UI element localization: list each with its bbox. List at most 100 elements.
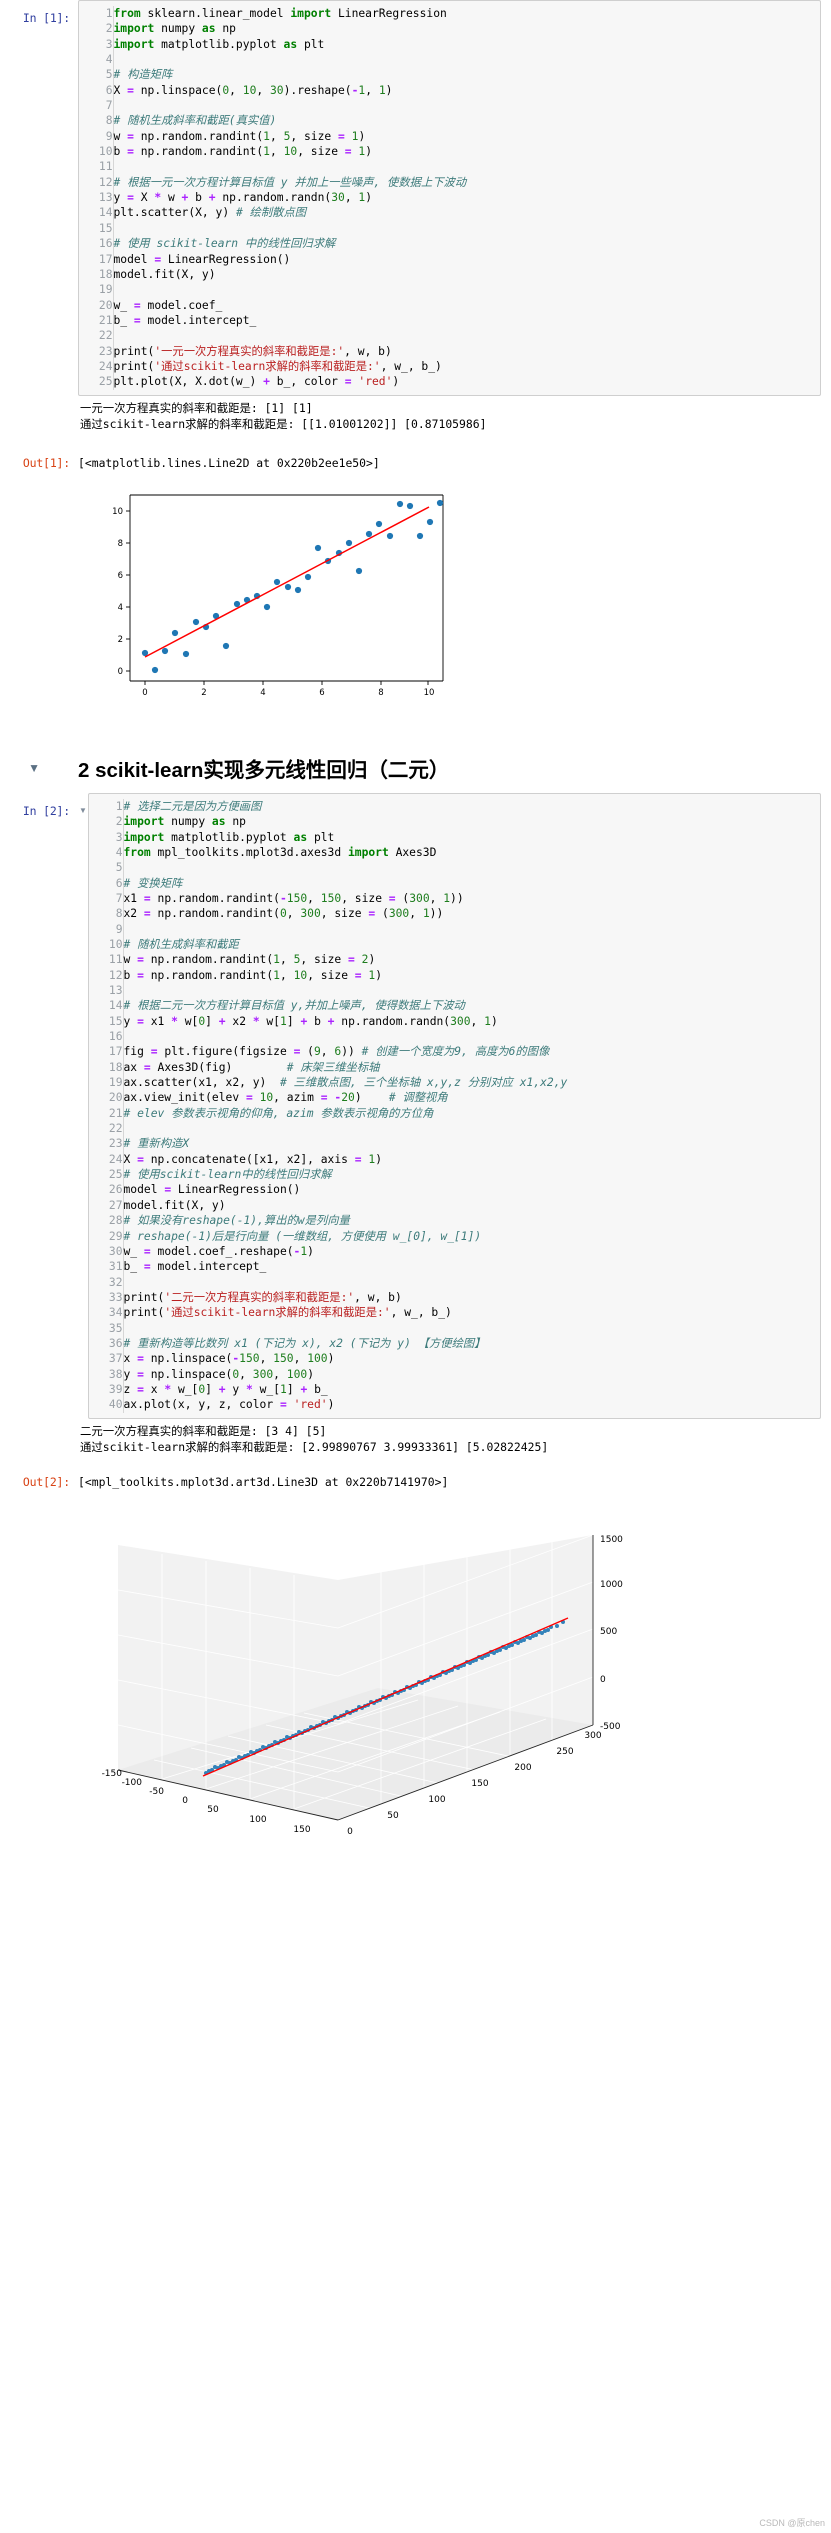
- code-text[interactable]: w = np.random.randint(1, 5, size = 1): [113, 129, 820, 144]
- code-text[interactable]: ax = Axes3D(fig) # 床架三维坐标轴: [123, 1060, 820, 1075]
- line-number: 26: [89, 1182, 124, 1198]
- code-text[interactable]: model.fit(X, y): [123, 1198, 820, 1213]
- code-text[interactable]: # 随机生成斜率和截距(真实值): [113, 113, 820, 128]
- code-text[interactable]: [123, 860, 820, 875]
- code-text[interactable]: import matplotlib.pyplot as plt: [123, 830, 820, 845]
- code-text[interactable]: # 重新构造等比数列 x1 (下记为 x), x2 (下记为 y) 【方便绘图】: [123, 1336, 820, 1351]
- code-text[interactable]: plt.scatter(X, y) # 绘制散点图: [113, 205, 820, 220]
- code-text[interactable]: plt.plot(X, X.dot(w_) + b_, color = 'red…: [113, 374, 820, 389]
- code-text[interactable]: b = np.random.randint(1, 10, size = 1): [123, 968, 820, 983]
- code-line: 14 plt.scatter(X, y) # 绘制散点图: [79, 205, 820, 221]
- code-text[interactable]: [123, 1275, 820, 1290]
- cell-2-output-row: Out[2]: [<mpl_toolkits.mplot3d.art3d.Lin…: [0, 1464, 831, 1490]
- cell-1-code-table: 1 from sklearn.linear_model import Linear…: [79, 6, 820, 390]
- cell-1-code-area[interactable]: 1 from sklearn.linear_model import Linear…: [78, 0, 821, 396]
- code-text[interactable]: print('通过scikit-learn求解的斜率和截距是:', w_, b_…: [123, 1305, 820, 1320]
- cell-2-code-area[interactable]: 1 # 选择二元是因为方便画图 2 import numpy as np 3 import…: [88, 792, 821, 1419]
- code-text[interactable]: x2 = np.random.randint(0, 300, size = (3…: [123, 906, 820, 921]
- code-text[interactable]: z = x * w_[0] + y * w_[1] + b_: [123, 1382, 820, 1397]
- code-line: 3 import matplotlib.pyplot as plt: [89, 829, 820, 845]
- code-text[interactable]: ax.scatter(x1, x2, y) # 三维散点图, 三个坐标轴 x,y…: [123, 1075, 820, 1090]
- code-text[interactable]: [113, 221, 820, 236]
- code-line: 19 ax.scatter(x1, x2, y) # 三维散点图, 三个坐标轴 x…: [89, 1075, 820, 1091]
- code-text[interactable]: # 如果没有reshape(-1),算出的w是列向量: [123, 1213, 820, 1228]
- code-text[interactable]: # 使用scikit-learn中的线性回归求解: [123, 1167, 820, 1182]
- svg-text:0: 0: [347, 1827, 353, 1837]
- code-text[interactable]: y = x1 * w[0] + x2 * w[1] + b + np.rando…: [123, 1014, 820, 1029]
- code-text[interactable]: X = np.concatenate([x1, x2], axis = 1): [123, 1152, 820, 1167]
- code-text[interactable]: [123, 1321, 820, 1336]
- code-text[interactable]: b_ = model.intercept_: [113, 313, 820, 328]
- code-text[interactable]: # 随机生成斜率和截距: [123, 937, 820, 952]
- code-line: 4 from mpl_toolkits.mplot3d.axes3d import…: [89, 844, 820, 861]
- code-text[interactable]: b = np.random.randint(1, 10, size = 1): [113, 144, 820, 159]
- cell-2-collapse-caret-icon[interactable]: ▼: [78, 793, 88, 815]
- code-text[interactable]: w_ = model.coef_.reshape(-1): [123, 1244, 820, 1259]
- code-text[interactable]: y = X * w + b + np.random.randn(30, 1): [113, 190, 820, 205]
- svg-text:10: 10: [424, 688, 435, 698]
- code-text[interactable]: [123, 1029, 820, 1044]
- code-text[interactable]: [113, 282, 820, 297]
- code-line: 19: [79, 282, 820, 298]
- code-line: 27 model.fit(X, y): [89, 1197, 820, 1214]
- svg-text:2: 2: [201, 688, 206, 698]
- code-text[interactable]: y = np.linspace(0, 300, 100): [123, 1367, 820, 1382]
- line-number: 3: [89, 829, 124, 845]
- line-number: 14: [89, 998, 124, 1014]
- code-text[interactable]: # 重新构造X: [123, 1136, 820, 1151]
- code-line: 32: [89, 1274, 820, 1290]
- svg-text:-500: -500: [600, 1722, 621, 1732]
- code-text[interactable]: X = np.linspace(0, 10, 30).reshape(-1, 1…: [113, 83, 820, 98]
- code-text[interactable]: [123, 983, 820, 998]
- code-text[interactable]: # 使用 scikit-learn 中的线性回归求解: [113, 236, 820, 251]
- code-text[interactable]: # 变换矩阵: [123, 876, 820, 891]
- code-text[interactable]: # reshape(-1)后是行向量 (一维数组, 方便使用 w_[0], w_…: [123, 1229, 820, 1244]
- code-text[interactable]: # 根据二元一次方程计算目标值 y,并加上噪声, 使得数据上下波动: [123, 998, 820, 1013]
- code-text[interactable]: x = np.linspace(-150, 150, 100): [123, 1351, 820, 1366]
- code-text[interactable]: [113, 98, 820, 113]
- code-text[interactable]: [113, 328, 820, 343]
- code-text[interactable]: x1 = np.random.randint(-150, 150, size =…: [123, 891, 820, 906]
- code-text[interactable]: import matplotlib.pyplot as plt: [113, 37, 820, 52]
- code-text[interactable]: [113, 159, 820, 174]
- code-text[interactable]: import numpy as np: [113, 21, 820, 36]
- code-text[interactable]: model = LinearRegression(): [113, 252, 820, 267]
- code-text[interactable]: b_ = model.intercept_: [123, 1259, 820, 1274]
- code-line: 12 b = np.random.randint(1, 10, size = 1): [89, 967, 820, 984]
- code-text[interactable]: import numpy as np: [123, 814, 820, 829]
- code-text[interactable]: [123, 922, 820, 937]
- code-text[interactable]: # 根据一元一次方程计算目标值 y 并加上一些噪声, 使数据上下波动: [113, 175, 820, 190]
- code-text[interactable]: ax.view_init(elev = 10, azim = -20) # 调整…: [123, 1090, 820, 1105]
- code-text[interactable]: from mpl_toolkits.mplot3d.axes3d import …: [123, 845, 820, 860]
- code-line: 37 x = np.linspace(-150, 150, 100): [89, 1351, 820, 1367]
- code-text[interactable]: ax.plot(x, y, z, color = 'red'): [123, 1397, 820, 1412]
- code-text[interactable]: # 构造矩阵: [113, 67, 820, 82]
- code-line: 13: [89, 983, 820, 999]
- code-text[interactable]: from sklearn.linear_model import LinearR…: [113, 6, 820, 21]
- code-text[interactable]: model.fit(X, y): [113, 267, 820, 282]
- code-cell-1[interactable]: In [1]: 1 from sklearn.linear_model impor…: [0, 0, 831, 396]
- code-line: 21 b_ = model.intercept_: [79, 312, 820, 329]
- code-text[interactable]: w = np.random.randint(1, 5, size = 2): [123, 952, 820, 967]
- code-text[interactable]: print('一元一次方程真实的斜率和截距是:', w, b): [113, 344, 820, 359]
- code-cell-2[interactable]: In [2]: ▼ 1 # 选择二元是因为方便画图 2 import numpy as…: [0, 792, 831, 1419]
- code-text[interactable]: # elev 参数表示视角的仰角, azim 参数表示视角的方位角: [123, 1106, 820, 1121]
- line-number: 23: [79, 343, 114, 359]
- code-text[interactable]: # 选择二元是因为方便画图: [123, 799, 820, 814]
- heading-collapse-caret-icon[interactable]: ▼: [0, 761, 78, 775]
- notebook: In [1]: 1 from sklearn.linear_model impor…: [0, 0, 831, 1920]
- line-number: 5: [89, 860, 124, 876]
- code-text[interactable]: print('二元一次方程真实的斜率和截距是:', w, b): [123, 1290, 820, 1305]
- code-text[interactable]: [113, 52, 820, 67]
- code-text[interactable]: model = LinearRegression(): [123, 1182, 820, 1197]
- code-text[interactable]: w_ = model.coef_: [113, 298, 820, 313]
- code-text[interactable]: [123, 1121, 820, 1136]
- section-heading-row[interactable]: ▼ 2 scikit-learn实现多元线性回归（二元）: [0, 735, 831, 793]
- code-text[interactable]: print('通过scikit-learn求解的斜率和截距是:', w_, b_…: [113, 359, 820, 374]
- line-number: 3: [79, 36, 114, 53]
- code-line: 2 import numpy as np: [79, 21, 820, 37]
- line-number: 23: [89, 1136, 124, 1152]
- code-text[interactable]: fig = plt.figure(figsize = (9, 6)) # 创建一…: [123, 1044, 820, 1059]
- code-line: 6X = np.linspace(0, 10, 30).reshape(-1, …: [79, 82, 820, 99]
- line-number: 29: [89, 1228, 124, 1244]
